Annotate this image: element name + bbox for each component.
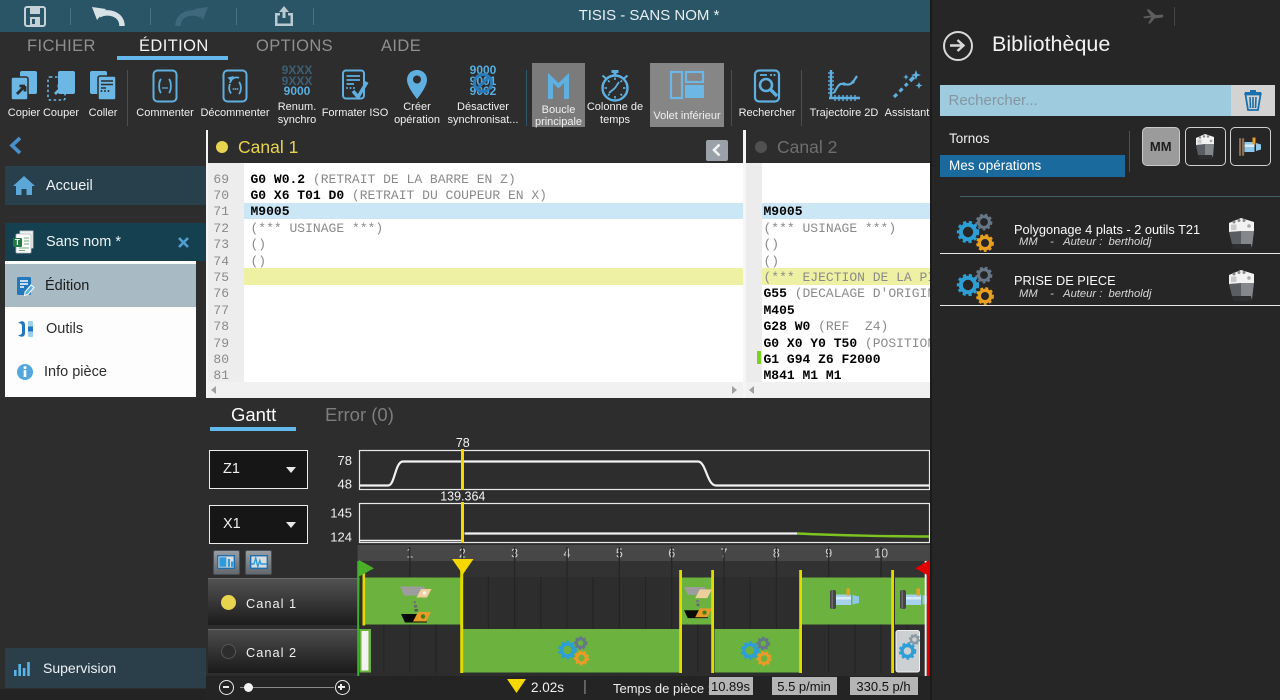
svg-text:78: 78 xyxy=(456,436,470,450)
svg-text:145: 145 xyxy=(330,506,352,521)
svg-text:T: T xyxy=(15,238,20,247)
svg-text:139.364: 139.364 xyxy=(440,490,485,504)
svg-text:124: 124 xyxy=(330,530,352,545)
svg-text:48: 48 xyxy=(338,477,352,492)
svg-text:78: 78 xyxy=(338,453,352,468)
